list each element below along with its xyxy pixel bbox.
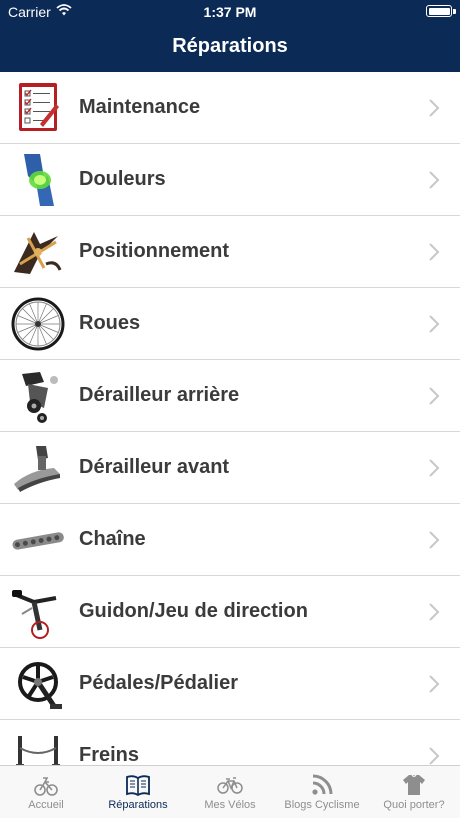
- list-item-label: Guidon/Jeu de direction: [79, 600, 308, 622]
- chevron-right-icon: [429, 531, 440, 549]
- front-derailleur-icon: [14, 446, 60, 492]
- tab-reparations[interactable]: Réparations: [92, 766, 184, 818]
- page-title: Réparations: [172, 35, 288, 57]
- tab-label: Quoi porter?: [383, 799, 445, 811]
- bicycle-icon: [217, 777, 243, 794]
- tab-quoi-porter[interactable]: Quoi porter?: [368, 766, 460, 818]
- knee-icon: [10, 152, 66, 208]
- tab-label: Blogs Cyclisme: [284, 799, 360, 811]
- list-item-label: Dérailleur arrière: [79, 384, 240, 406]
- checklist-icon: [19, 83, 59, 131]
- tab-label: Mes Vélos: [204, 799, 256, 811]
- list-item-label: Roues: [79, 312, 141, 334]
- tab-accueil[interactable]: Accueil: [0, 766, 92, 818]
- list-item-pedales[interactable]: Pédales/Pédalier: [0, 648, 460, 720]
- list-item-freins[interactable]: Freins: [0, 720, 460, 765]
- brake-icon: [16, 736, 60, 765]
- list-item-maintenance[interactable]: Maintenance: [0, 72, 460, 144]
- rear-derailleur-icon: [22, 372, 58, 423]
- list-item-chaine[interactable]: Chaîne: [0, 504, 460, 576]
- list-item-label: Douleurs: [79, 168, 166, 190]
- list-item-label: Pédales/Pédalier: [79, 672, 238, 694]
- chevron-right-icon: [429, 747, 440, 765]
- list-item-label: Dérailleur avant: [79, 456, 230, 478]
- chevron-right-icon: [429, 171, 440, 189]
- rss-icon: [312, 774, 333, 795]
- tab-bar: Accueil Réparations Mes Vélos Blogs Cycl…: [0, 765, 460, 818]
- tab-blogs-cyclisme[interactable]: Blogs Cyclisme: [276, 766, 368, 818]
- list-item-derailleur-avant[interactable]: Dérailleur avant: [0, 432, 460, 504]
- list-item-label: Maintenance: [79, 96, 201, 118]
- rider-position-icon: [14, 232, 62, 274]
- jersey-icon: [403, 774, 425, 795]
- list-item-roues[interactable]: Roues: [0, 288, 460, 360]
- list-item-positionnement[interactable]: Positionnement: [0, 216, 460, 288]
- tab-label: Réparations: [108, 799, 168, 811]
- chevron-right-icon: [429, 315, 440, 333]
- chain-icon: [12, 532, 64, 550]
- list-item-guidon[interactable]: Guidon/Jeu de direction: [0, 576, 460, 648]
- home-bike-icon: [34, 777, 58, 796]
- battery-icon: [426, 5, 456, 17]
- wheel-icon: [11, 297, 65, 351]
- repairs-list: Maintenance Douleurs Positionnement Roue…: [0, 72, 460, 765]
- list-item-derailleur-arriere[interactable]: Dérailleur arrière: [0, 360, 460, 432]
- chevron-right-icon: [429, 243, 440, 261]
- list-item-label: Positionnement: [79, 240, 230, 262]
- chevron-right-icon: [429, 387, 440, 405]
- crankset-icon: [18, 662, 62, 709]
- handlebar-icon: [12, 590, 57, 639]
- list-item-label: Chaîne: [79, 528, 146, 550]
- book-icon: [126, 775, 150, 797]
- status-time: 1:37 PM: [203, 4, 257, 20]
- list-item-douleurs[interactable]: Douleurs: [0, 144, 460, 216]
- chevron-right-icon: [429, 459, 440, 477]
- tab-label: Accueil: [28, 799, 64, 811]
- chevron-right-icon: [429, 675, 440, 693]
- tab-mes-velos[interactable]: Mes Vélos: [184, 766, 276, 818]
- navigation-header: Carrier 1:37 PM Réparations: [0, 0, 460, 72]
- chevron-right-icon: [429, 99, 440, 117]
- chevron-right-icon: [429, 603, 440, 621]
- status-bar: Carrier 1:37 PM: [0, 0, 460, 24]
- list-item-label: Freins: [79, 744, 140, 765]
